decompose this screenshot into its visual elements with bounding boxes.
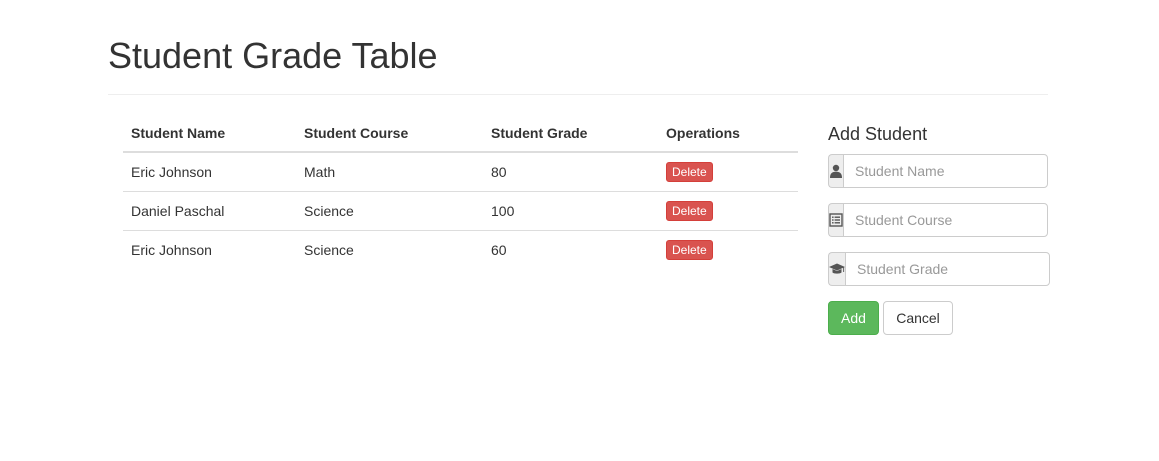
student-course-cell: Math [304,164,336,180]
grade-table: Student Name Student Course Student Grad… [123,114,798,269]
student-grade-cell: 80 [491,164,507,180]
operations-cell: Delete [658,230,798,269]
delete-button[interactable]: Delete [666,162,713,182]
add-student-form: Add Student Student Name Student Course … [828,120,1050,335]
form-buttons: Add Cancel [828,301,1034,335]
student-name-cell: Eric Johnson [131,164,212,180]
delete-button[interactable]: Delete [666,240,713,260]
operations-cell: Delete [658,191,798,231]
graduation-cap-icon [828,252,845,286]
delete-button[interactable]: Delete [666,201,713,221]
student-course-cell: Science [296,230,483,269]
student-name-group [828,154,1048,188]
table-row: Eric Johnson Math 80 Delete [123,152,798,192]
student-grade-cell: 100 [483,191,658,231]
page-header: Student Grade Table [108,0,1048,95]
student-grade-input[interactable] [845,252,1050,286]
student-grade-group [828,252,1050,286]
list-alt-icon [828,203,843,237]
column-header-name: Student Name [123,114,296,153]
add-button[interactable]: Add [828,301,879,335]
page: Student Grade Table Student Name Student… [0,0,1159,461]
page-title: Student Grade Table [108,35,438,76]
user-icon [828,154,843,188]
student-course-input[interactable] [843,203,1048,237]
student-course-group [828,203,1048,237]
add-student-title: Add Student [828,124,928,144]
student-name-cell: Daniel Paschal [123,191,296,231]
student-grade-cell: 60 [483,230,658,269]
column-header-operations: Operations [658,114,798,153]
student-course-cell: Science [296,191,483,231]
operations-cell: Delete [658,152,798,192]
table-row: Daniel Paschal Science 100 Delete [123,191,798,231]
cancel-button[interactable]: Cancel [883,301,953,335]
column-header-course: Student Course [296,114,483,153]
table-row: Eric Johnson Science 60 Delete [123,230,798,269]
student-name-input[interactable] [843,154,1048,188]
student-name-cell: Eric Johnson [123,230,296,269]
column-header-grade: Student Grade [483,114,658,153]
table-header-row: Student Name Student Course Student Grad… [123,114,798,153]
